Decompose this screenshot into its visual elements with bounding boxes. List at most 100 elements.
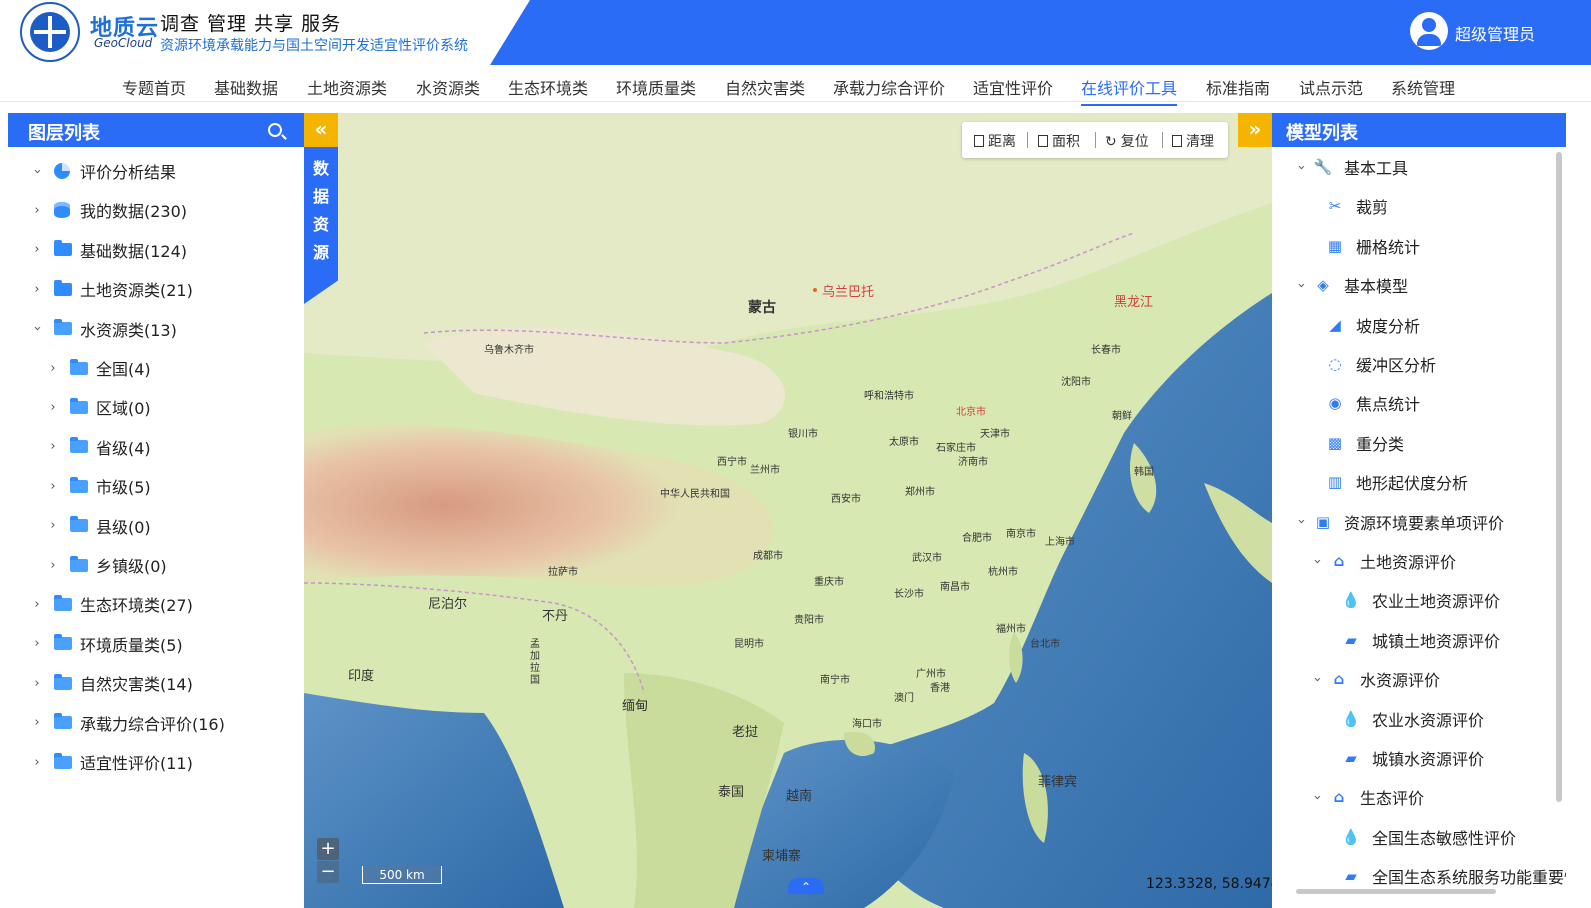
layer-tree-item[interactable]: › 水资源类(13) — [30, 315, 177, 343]
chevron-right-icon[interactable]: › — [46, 558, 60, 573]
layer-tree-item[interactable]: › 承载力综合评价(16) — [30, 709, 225, 737]
chevron-right-icon[interactable]: › — [30, 203, 44, 218]
nav-item-system[interactable]: 系统管理 — [1391, 75, 1455, 99]
map-view[interactable]: 蒙古 乌兰巴托 黑龙江 乌鲁木齐市 长春市 沈阳市 呼和浩特市 北京市 天津市 … — [304, 113, 1272, 908]
chevron-right-icon[interactable]: › — [30, 242, 44, 257]
model-tree-item[interactable]: 💧 全国生态敏感性评价 — [1342, 823, 1516, 851]
chevron-right-icon[interactable]: › — [46, 518, 60, 533]
chevron-down-icon[interactable]: › — [30, 164, 45, 178]
nav-item-land[interactable]: 土地资源类 — [307, 75, 387, 99]
chevron-right-icon[interactable]: › — [46, 479, 60, 494]
chevron-right-icon[interactable]: › — [30, 755, 44, 770]
folder-open-icon — [54, 319, 72, 336]
model-tree-item[interactable]: ▦ 栅格统计 — [1326, 232, 1420, 260]
measure-area-tool[interactable]: 面积 — [1038, 131, 1080, 151]
layer-tree-item[interactable]: › 区域(0) — [46, 393, 151, 421]
chevron-right-icon[interactable]: › — [30, 282, 44, 297]
chevron-down-icon[interactable]: › — [1294, 515, 1309, 529]
chevron-down-icon[interactable]: › — [1310, 672, 1325, 686]
geological-survey-logo[interactable] — [20, 2, 80, 62]
nav-item-water[interactable]: 水资源类 — [416, 75, 480, 99]
layer-tree-item[interactable]: › 环境质量类(5) — [30, 630, 183, 658]
reset-view-tool[interactable]: ↻ 复位 — [1105, 131, 1149, 151]
chevron-down-icon[interactable]: › — [1310, 790, 1325, 804]
model-tree-item[interactable]: ▥ 地形起伏度分析 — [1326, 468, 1468, 496]
model-panel-scrollbar[interactable] — [1556, 152, 1562, 802]
zoom-out-button[interactable]: − — [317, 861, 339, 883]
model-tree-item[interactable]: › ◈ 基本模型 — [1294, 271, 1409, 299]
model-tree-item[interactable]: ▰ 城镇水资源评价 — [1342, 744, 1484, 772]
layer-tree-item[interactable]: › 市级(5) — [46, 472, 151, 500]
toolbar-divider — [1027, 132, 1028, 148]
model-tree-item[interactable]: ✂ 裁剪 — [1326, 192, 1388, 220]
clear-tool[interactable]: 清理 — [1172, 131, 1214, 151]
model-tree-item[interactable]: ▰ 城镇土地资源评价 — [1342, 626, 1500, 654]
model-tree-label: 生态评价 — [1360, 789, 1425, 809]
chevron-right-icon[interactable]: › — [46, 361, 60, 376]
user-avatar-icon[interactable] — [1410, 12, 1448, 50]
chevron-down-icon[interactable]: › — [1294, 160, 1309, 174]
model-tree-label: 裁剪 — [1356, 198, 1389, 218]
nav-item-environment[interactable]: 环境质量类 — [616, 75, 696, 99]
map-label-fuzhou: 福州市 — [996, 624, 1026, 635]
model-tree-item[interactable]: ◢ 坡度分析 — [1326, 311, 1420, 339]
chevron-right-icon[interactable]: › — [30, 597, 44, 612]
chevron-down-icon[interactable]: › — [30, 322, 45, 336]
model-tree-item[interactable]: › ⌂ 土地资源评价 — [1310, 547, 1457, 575]
chevron-down-icon[interactable]: › — [1294, 278, 1309, 292]
layer-tree-item[interactable]: › 评价分析结果 — [30, 157, 176, 185]
data-source-tab[interactable]: 数 据 资 源 — [304, 147, 338, 304]
search-icon[interactable] — [268, 123, 282, 137]
chevron-down-icon[interactable]: › — [1310, 554, 1325, 568]
nav-item-standards[interactable]: 标准指南 — [1206, 75, 1270, 99]
layer-tree-item[interactable]: › 县级(0) — [46, 512, 151, 540]
map-label-guangzhou: 广州市 — [916, 669, 946, 680]
zoom-in-button[interactable]: + — [317, 838, 339, 860]
model-tree-item[interactable]: ▩ 重分类 — [1326, 429, 1404, 457]
chevron-right-icon[interactable]: › — [30, 715, 44, 730]
chevron-right-icon[interactable]: › — [30, 676, 44, 691]
folder-open-icon — [70, 358, 88, 375]
layer-tree-item[interactable]: › 土地资源类(21) — [30, 275, 193, 303]
model-tree-item[interactable]: 💧 农业水资源评价 — [1342, 705, 1484, 733]
map-label-heilongjiang: 黑龙江 — [1114, 295, 1154, 310]
map-label-korea: 韩国 — [1134, 467, 1154, 478]
nav-item-online-tools[interactable]: 在线评价工具 — [1081, 75, 1178, 106]
collapse-right-panel-button[interactable]: » — [1238, 113, 1272, 147]
folder-icon — [54, 240, 72, 257]
nav-item-home[interactable]: 专题首页 — [122, 75, 186, 99]
nav-item-capacity[interactable]: 承载力综合评价 — [833, 75, 945, 99]
model-tree-item[interactable]: › ▣ 资源环境要素单项评价 — [1294, 508, 1505, 536]
layer-tree-item[interactable]: › 我的数据(230) — [30, 196, 187, 224]
collapse-left-panel-button[interactable]: « — [304, 113, 338, 147]
chevron-right-icon[interactable]: › — [46, 400, 60, 415]
layer-tree-item[interactable]: › 基础数据(124) — [30, 236, 187, 264]
model-panel-hscrollbar[interactable] — [1296, 889, 1496, 894]
layer-tree-item[interactable]: › 适宜性评价(11) — [30, 748, 193, 776]
nav-item-suitability[interactable]: 适宜性评价 — [973, 75, 1053, 99]
layer-tree-item[interactable]: › 生态环境类(27) — [30, 590, 193, 618]
model-tree-item[interactable]: › 🔧 基本工具 — [1294, 153, 1409, 181]
expand-bottom-panel-button[interactable]: ⌃ — [788, 878, 824, 894]
layer-tree-item[interactable]: › 自然灾害类(14) — [30, 669, 193, 697]
measure-distance-tool[interactable]: 距离 — [974, 131, 1016, 151]
user-name[interactable]: 超级管理员 — [1455, 21, 1535, 45]
model-tree-item[interactable]: 💧 农业土地资源评价 — [1342, 586, 1500, 614]
nav-item-basic-data[interactable]: 基础数据 — [214, 75, 278, 99]
chevron-right-icon[interactable]: › — [46, 439, 60, 454]
nav-item-ecology[interactable]: 生态环境类 — [508, 75, 588, 99]
model-tree-item[interactable]: › ⌂ 生态评价 — [1310, 783, 1425, 811]
model-tree-item[interactable]: › ⌂ 水资源评价 — [1310, 665, 1441, 693]
refresh-icon: ↻ — [1105, 134, 1117, 150]
chevron-right-icon[interactable]: › — [30, 636, 44, 651]
nav-item-disaster[interactable]: 自然灾害类 — [725, 75, 805, 99]
layer-tree-item[interactable]: › 全国(4) — [46, 354, 151, 382]
layer-tree-item[interactable]: › 省级(4) — [46, 433, 151, 461]
model-tree-item[interactable]: ◉ 焦点统计 — [1326, 389, 1420, 417]
model-tree-item[interactable]: ▰ 全国生态系统服务功能重要性评价 — [1342, 862, 1566, 890]
map-label-cambodia: 柬埔寨 — [762, 849, 802, 864]
layer-tree-item[interactable]: › 乡镇级(0) — [46, 551, 167, 579]
nav-item-pilot[interactable]: 试点示范 — [1299, 75, 1363, 99]
dropbox-icon: ◈ — [1317, 276, 1329, 295]
model-tree-item[interactable]: ◌ 缓冲区分析 — [1326, 350, 1436, 378]
